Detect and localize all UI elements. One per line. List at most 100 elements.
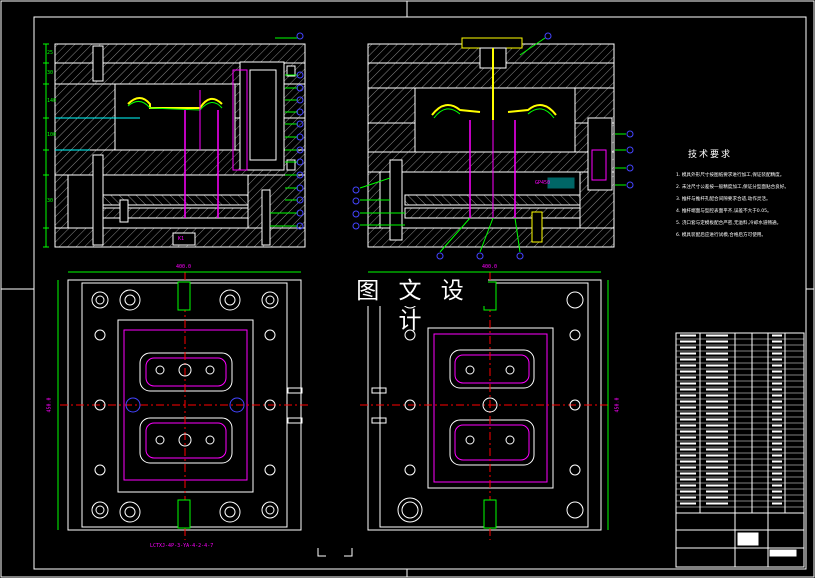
- bom-cell-text: [680, 490, 696, 493]
- bom-cell-text: [706, 400, 728, 403]
- bom-cell-text: [680, 400, 696, 403]
- dimension-width-right: 400.0: [482, 264, 498, 270]
- bom-cell-text: [680, 370, 696, 373]
- bom-cell-text: [706, 454, 728, 457]
- bom-cell-text: [706, 478, 728, 481]
- bom-cell-text: [706, 352, 728, 355]
- bom-cell-text: [772, 370, 782, 373]
- stack-dim: 30: [47, 198, 54, 204]
- bom-cell-text: [680, 388, 696, 391]
- bom-cell-text: [772, 436, 782, 439]
- bom-cell-text: [772, 454, 782, 457]
- bom-cell-text: [706, 388, 728, 391]
- bom-cell-text: [680, 478, 696, 481]
- requirement-line: 1. 模具外形尺寸按图纸要求进行加工,保证装配精度。: [676, 173, 785, 178]
- bom-cell-text: [706, 448, 728, 451]
- bom-cell-text: [706, 424, 728, 427]
- bom-cell-text: [680, 364, 696, 367]
- bom-cell-text: [772, 352, 782, 355]
- requirement-line: 4. 推杆端面与型腔表面平齐,误差不大于0.05。: [676, 209, 772, 214]
- bom-cell-text: [772, 382, 782, 385]
- bom-cell-text: [706, 490, 728, 493]
- bom-cell-text: [706, 466, 728, 469]
- bom-cell-text: [706, 340, 728, 343]
- bom-cell-text: [680, 436, 696, 439]
- bom-cell-text: [772, 388, 782, 391]
- bom-cell-text: [680, 466, 696, 469]
- stack-dim: 140: [47, 98, 57, 104]
- bom-cell-text: [706, 346, 728, 349]
- section-view-left: [43, 32, 306, 248]
- bom-cell-text: [772, 376, 782, 379]
- requirement-line: 3. 推杆与推杆孔配合间隙要求合适,动作灵活。: [676, 197, 771, 202]
- bom-cell-text: [680, 502, 696, 505]
- bom-cell-text: [706, 382, 728, 385]
- bom-cell-text: [706, 334, 728, 337]
- bom-cell-text: [706, 436, 728, 439]
- bom-cell-text: [706, 460, 728, 463]
- bom-cell-text: [680, 424, 696, 427]
- bom-cell-text: [706, 412, 728, 415]
- bom-cell-text: [680, 484, 696, 487]
- bom-cell-text: [772, 430, 782, 433]
- requirement-line: 5. 浇口套与定模板配合严密,无溢料,冷却水道畅通。: [676, 221, 782, 226]
- bom-cell-text: [680, 442, 696, 445]
- bom-cell-text: [772, 418, 782, 421]
- stack-dim: 100: [47, 132, 57, 138]
- bom-cell-text: [772, 358, 782, 361]
- bom-cell-text: [706, 370, 728, 373]
- bom-cell-text: [680, 346, 696, 349]
- bom-cell-text: [680, 406, 696, 409]
- bom-cell-text: [680, 352, 696, 355]
- bom-cell-text: [706, 376, 728, 379]
- dimension-height-left: 450.0: [46, 397, 53, 413]
- bom-cell-text: [680, 472, 696, 475]
- bom-cell-text: [772, 400, 782, 403]
- dimension-width-left: 400.0: [176, 264, 192, 270]
- requirement-line: 6. 模具装配后应进行试模,合格后方可使用。: [676, 233, 766, 238]
- bom-cell-text: [772, 412, 782, 415]
- bom-cell-text: [772, 502, 782, 505]
- bom-cell-text: [772, 406, 782, 409]
- bom-cell-text: [706, 358, 728, 361]
- requirements-title: 技术要求: [688, 150, 733, 160]
- bom-cell-text: [772, 442, 782, 445]
- dimension-height-right: 450.0: [614, 397, 621, 413]
- bom-cell-text: [706, 394, 728, 397]
- bom-cell-text: [680, 376, 696, 379]
- requirement-line: 2. 未注尺寸公差按一般精度加工,保证分型面贴合良好。: [676, 185, 789, 190]
- plan-view-right: [360, 271, 610, 540]
- stack-dim: 25: [47, 50, 54, 56]
- plan-view-left: [57, 271, 310, 540]
- bom-cell-text: [772, 496, 782, 499]
- bom-cell-text: [706, 472, 728, 475]
- bom-cell-text: [680, 412, 696, 415]
- bom-cell-text: [680, 358, 696, 361]
- bom-cell-text: [680, 394, 696, 397]
- stack-dim: 30: [47, 70, 54, 76]
- bom-cell-text: [772, 424, 782, 427]
- watermark: 图 文 设 计: [338, 276, 488, 334]
- bom-cell-text: [680, 334, 696, 337]
- bom-cell-text: [772, 466, 782, 469]
- bom-cell-text: [706, 430, 728, 433]
- bom-cell-text: [706, 418, 728, 421]
- bom-cell-text: [772, 478, 782, 481]
- bom-cell-text: [706, 502, 728, 505]
- bom-cell-text: [772, 490, 782, 493]
- title-block: [675, 512, 805, 568]
- drawing-note: LCTXJ-4P-3-YA-4-2-4-7: [150, 543, 214, 549]
- bom-cell-text: [772, 484, 782, 487]
- section-view-right: [352, 32, 634, 260]
- bom-cell-text: [680, 454, 696, 457]
- bom-cell-text: [772, 340, 782, 343]
- center-mark-label: GP450: [535, 180, 551, 186]
- bom-cell-text: [772, 448, 782, 451]
- plate-label: K1: [178, 236, 185, 242]
- bom-cell-text: [680, 448, 696, 451]
- bom-cell-text: [680, 430, 696, 433]
- bom-cell-text: [772, 394, 782, 397]
- bom-cell-text: [772, 346, 782, 349]
- bom-cell-text: [680, 382, 696, 385]
- bom-cell-text: [706, 496, 728, 499]
